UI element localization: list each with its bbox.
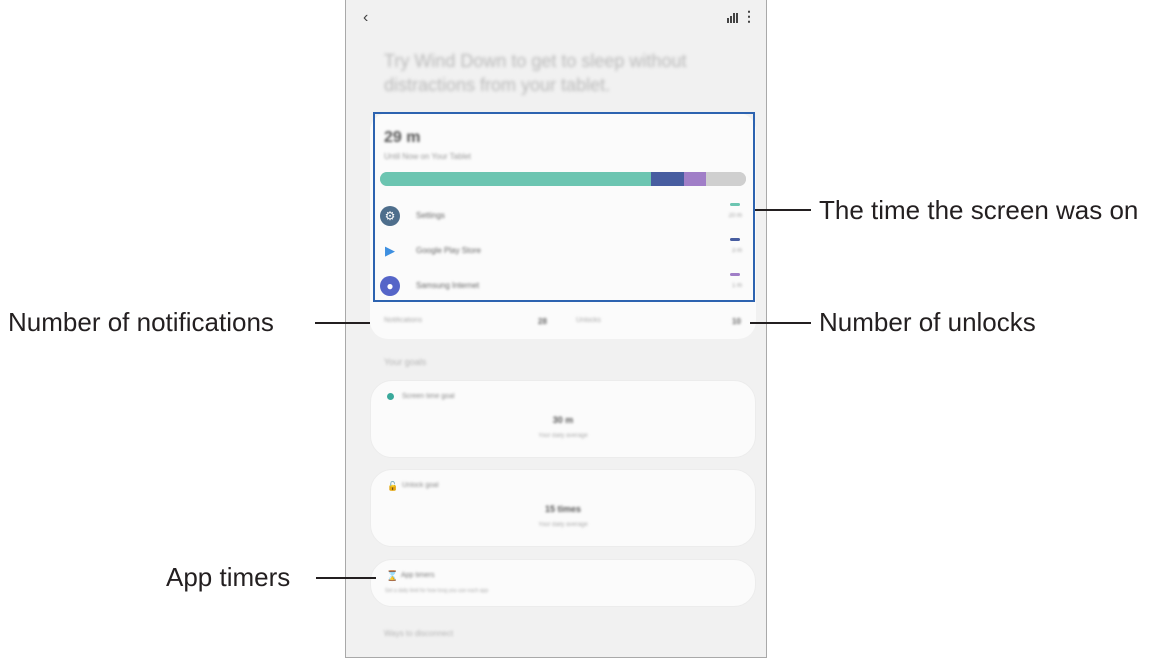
notifications-label: Notifications — [384, 317, 423, 324]
app-name: Settings — [416, 211, 445, 220]
goal-subtitle: Your daily average — [538, 522, 588, 528]
top-bar: ‹ ⋮ — [346, 0, 766, 39]
samsung-internet-icon: ● — [380, 276, 400, 296]
app-name: Samsung Internet — [416, 281, 480, 290]
app-color-dash — [730, 203, 740, 206]
unlock-goal-card[interactable]: 🔓 Unlock goal 15 times Your daily averag… — [370, 469, 756, 547]
notifications-callout-line — [315, 322, 370, 324]
goal-label: Unlock goal — [402, 482, 439, 489]
goal-value: 30 m — [552, 415, 574, 425]
goal-value: 15 times — [544, 504, 582, 514]
notifications-callout: Number of notifications — [8, 307, 274, 337]
more-options-icon[interactable]: ⋮ — [742, 9, 756, 23]
total-screen-time: 29 m — [384, 129, 421, 146]
goal-header: 🔓 Unlock goal — [387, 481, 439, 491]
settings-gear-icon: ⚙ — [380, 206, 400, 226]
app-row-samsung-internet[interactable]: ● Samsung Internet 1 m — [380, 273, 746, 299]
unlocks-callout-line — [750, 322, 811, 324]
usage-bar-segment — [705, 172, 746, 186]
app-name: Google Play Store — [416, 246, 481, 255]
back-arrow-icon[interactable]: ‹ — [363, 10, 368, 26]
usage-bar-segment — [380, 172, 651, 186]
app-timers-callout-line — [316, 577, 376, 579]
usage-bar-segment — [683, 172, 706, 186]
ways-to-disconnect-title: Ways to disconnect — [384, 629, 454, 638]
usage-bar — [380, 172, 746, 186]
app-timers-label: App timers — [401, 572, 435, 579]
clock-icon — [387, 393, 394, 400]
tablet-screen: ‹ ⋮ Try Wind Down to get to sleep withou… — [345, 0, 767, 658]
screen-time-goal-card[interactable]: Screen time goal 30 m Your daily average — [370, 380, 756, 458]
hourglass-icon: ⌛ — [386, 571, 399, 582]
unlocks-count: 10 — [732, 317, 741, 326]
goals-section-title: Your goals — [384, 357, 427, 367]
chart-icon[interactable] — [727, 13, 738, 23]
usage-bar-segment — [650, 172, 684, 186]
unlocks-callout: Number of unlocks — [819, 307, 1036, 337]
total-screen-time-subtitle: Until Now on Your Tablet — [384, 152, 472, 161]
screen-time-callout: The time the screen was on — [819, 195, 1139, 225]
counts-row[interactable]: Notifications 28 Unlocks 10 — [370, 309, 756, 337]
app-row-google-play-store[interactable]: ▶ Google Play Store 3 m — [380, 238, 746, 264]
app-row-settings[interactable]: ⚙ Settings 20 m — [380, 203, 746, 229]
unlocks-label: Unlocks — [576, 317, 601, 324]
goal-header: Screen time goal — [387, 393, 455, 400]
wind-down-headline: Try Wind Down to get to sleep without di… — [384, 51, 687, 95]
goal-label: Screen time goal — [402, 393, 455, 400]
screen-time-callout-line — [755, 209, 811, 211]
play-store-icon: ▶ — [385, 243, 395, 258]
app-timers-card[interactable]: ⌛ App timers Set a daily limit for how l… — [370, 559, 756, 607]
unlock-icon: 🔓 — [387, 481, 399, 491]
notifications-count: 28 — [538, 317, 547, 326]
app-color-dash — [730, 238, 740, 241]
app-time: 3 m — [731, 248, 742, 254]
app-time: 20 m — [728, 213, 742, 219]
app-timers-callout: App timers — [166, 562, 291, 592]
app-time: 1 m — [731, 283, 742, 289]
goal-subtitle: Your daily average — [538, 433, 588, 439]
app-timers-description: Set a daily limit for how long you use e… — [385, 588, 489, 594]
app-color-dash — [730, 273, 740, 276]
